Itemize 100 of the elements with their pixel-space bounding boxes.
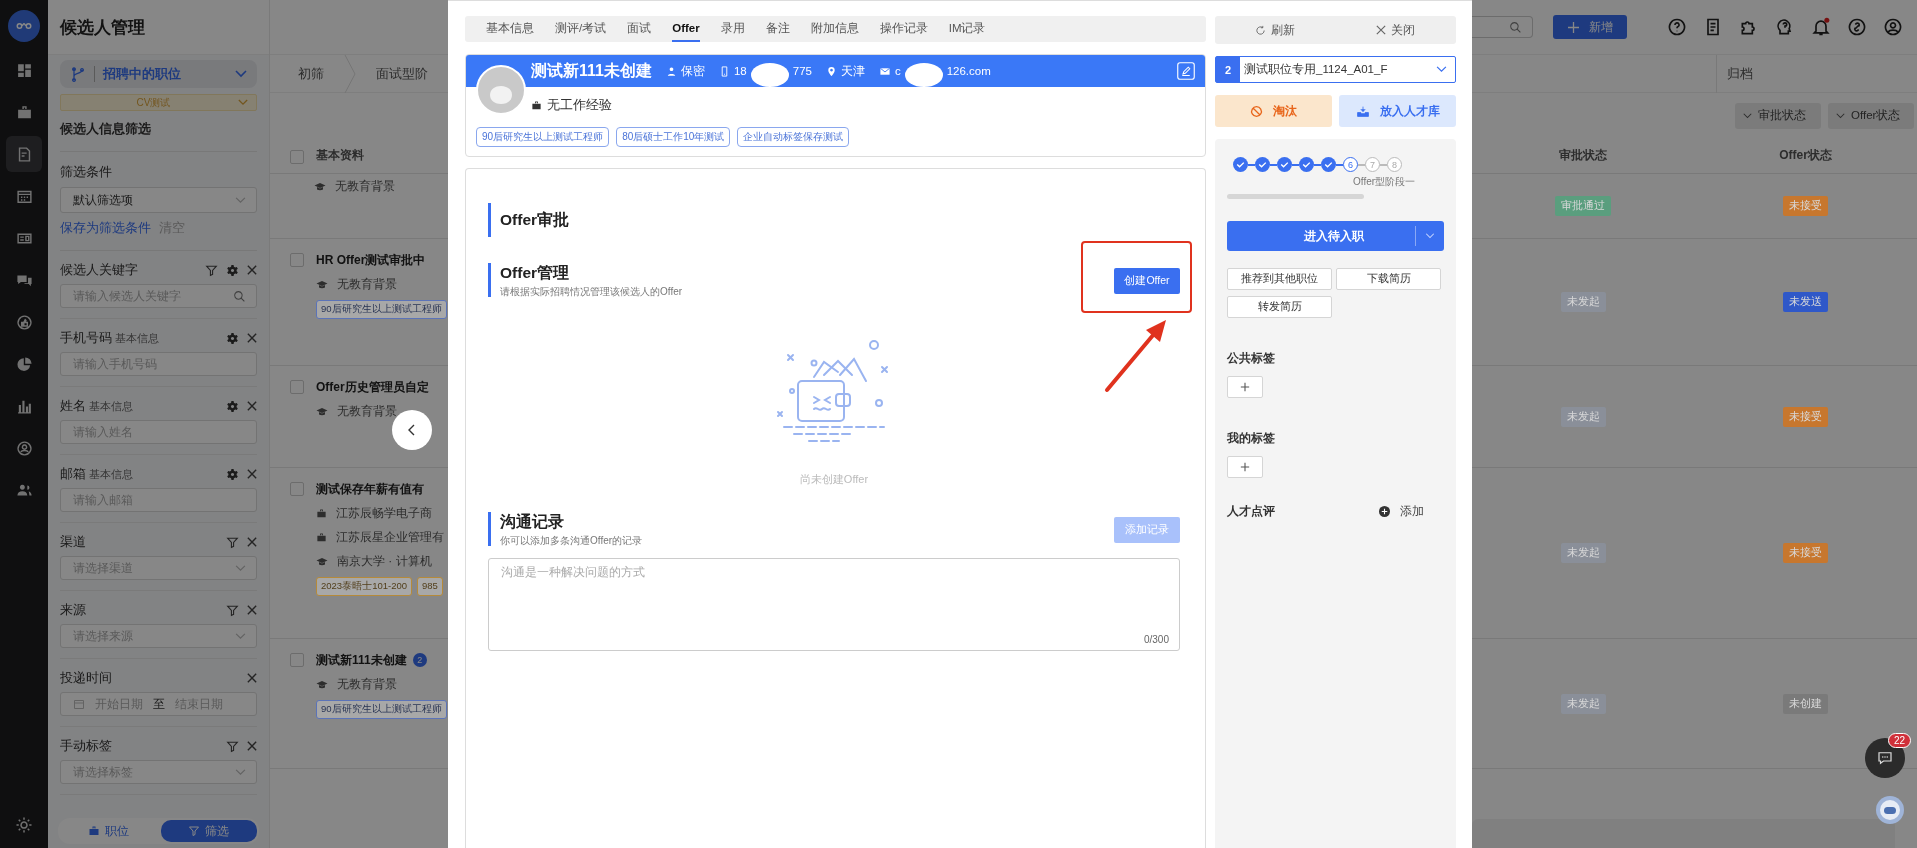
close-icon[interactable] bbox=[247, 265, 257, 275]
close-icon[interactable] bbox=[247, 401, 257, 411]
link-icon[interactable] bbox=[1847, 17, 1867, 37]
candidate-name[interactable]: Offer历史管理员自定 bbox=[316, 378, 429, 396]
bell-icon[interactable] bbox=[1811, 17, 1831, 37]
column-filter[interactable]: 审批状态 bbox=[1735, 102, 1821, 129]
footer-tab[interactable]: 职位 bbox=[60, 820, 157, 842]
stage-tab[interactable]: 归档 bbox=[1727, 65, 1753, 83]
candidate-name[interactable]: 测试新111未创建 bbox=[316, 651, 407, 669]
checkbox[interactable] bbox=[290, 653, 304, 667]
footer-tab[interactable]: 筛选 bbox=[160, 820, 257, 842]
tab[interactable]: 基本信息 bbox=[486, 16, 534, 42]
notification-badge: 22 bbox=[1888, 733, 1912, 748]
field-label: 姓名 基本信息 bbox=[60, 397, 133, 415]
status-tag: 未发送 bbox=[1783, 292, 1828, 312]
action-button[interactable]: 推荐到其他职位 bbox=[1227, 268, 1332, 290]
calendar-icon bbox=[73, 698, 85, 710]
candidate-tag: 90后研究生以上测试工程师 bbox=[316, 300, 447, 319]
step-number[interactable]: 6 bbox=[1343, 157, 1358, 172]
filter-icon[interactable] bbox=[226, 535, 239, 549]
checkbox[interactable] bbox=[290, 253, 304, 267]
job-selector[interactable]: 招聘中的职位 bbox=[60, 60, 257, 88]
filter-icon[interactable] bbox=[226, 739, 239, 753]
briefcase-icon bbox=[531, 99, 542, 111]
move-stage-button[interactable]: 进入待入职 bbox=[1227, 221, 1444, 251]
new-button[interactable]: 新增 bbox=[1553, 15, 1627, 39]
column-header: 基本资料 bbox=[316, 147, 364, 164]
add-tag-button[interactable] bbox=[1227, 456, 1263, 478]
add-review-link[interactable]: 添加 bbox=[1379, 503, 1424, 520]
candidate-detail: 江苏辰星企业管理有 bbox=[336, 529, 444, 546]
save-filter-link[interactable]: 保存为筛选条件 bbox=[60, 220, 151, 238]
section-title: 候选人信息筛选 bbox=[60, 121, 152, 138]
chevron-down-icon bbox=[235, 632, 246, 640]
tab[interactable]: 操作记录 bbox=[879, 16, 928, 42]
step-done-icon[interactable] bbox=[1299, 157, 1314, 172]
checkbox[interactable] bbox=[290, 149, 304, 164]
add-tag-button[interactable] bbox=[1227, 376, 1263, 398]
reject-button[interactable]: 淘汰 bbox=[1215, 95, 1332, 127]
chat-button[interactable] bbox=[1865, 738, 1905, 778]
step-done-icon[interactable] bbox=[1255, 157, 1270, 172]
redaction-blob bbox=[904, 63, 943, 87]
phone-number: 775 bbox=[792, 65, 812, 77]
settings-icon[interactable] bbox=[226, 399, 239, 413]
action-button[interactable]: 下载简历 bbox=[1336, 268, 1441, 290]
record-text-area[interactable]: 沟通是一种解决问题的方式 0/300 bbox=[488, 558, 1180, 651]
stage-tab[interactable]: 初筛 bbox=[298, 65, 324, 83]
step-number[interactable]: 8 bbox=[1387, 157, 1402, 172]
graduation-cap-icon bbox=[316, 278, 328, 291]
nav-item[interactable] bbox=[6, 136, 42, 172]
candidate-tag: 2023泰晤士101-200 bbox=[316, 577, 412, 596]
step-done-icon[interactable] bbox=[1321, 157, 1336, 172]
settings-icon[interactable] bbox=[226, 331, 239, 345]
stage-tab[interactable]: 面试型阶 bbox=[376, 65, 428, 83]
step-number[interactable]: 7 bbox=[1365, 157, 1380, 172]
tab[interactable]: 录用 bbox=[720, 16, 745, 42]
chevron-down-icon bbox=[1743, 112, 1752, 119]
job-select[interactable]: 2 测试职位专用_1124_A01_F bbox=[1215, 56, 1456, 83]
settings-icon[interactable] bbox=[15, 816, 33, 834]
checkbox[interactable] bbox=[290, 482, 304, 496]
scrollbar[interactable] bbox=[1227, 194, 1364, 199]
filter-icon[interactable] bbox=[226, 603, 239, 617]
candidate-name[interactable]: HR Offer测试审批中 bbox=[316, 251, 426, 269]
action-button[interactable]: 转发简历 bbox=[1227, 296, 1332, 318]
checkbox[interactable] bbox=[290, 380, 304, 394]
column-filter[interactable]: Offer状态 bbox=[1828, 102, 1914, 129]
talent-pool-button[interactable]: 放入人才库 bbox=[1339, 95, 1456, 127]
tab[interactable]: 测评/考试 bbox=[555, 16, 607, 42]
refresh-button[interactable]: 刷新 bbox=[1215, 16, 1336, 44]
settings-icon[interactable] bbox=[226, 467, 239, 481]
tab[interactable]: 备注 bbox=[765, 16, 790, 42]
edit-icon[interactable] bbox=[1177, 62, 1195, 80]
work-experience: 无工作经验 bbox=[547, 96, 612, 114]
close-button[interactable]: 关闭 bbox=[1335, 16, 1456, 44]
chevron-down-icon bbox=[235, 196, 246, 204]
candidate-detail: 无教育背景 bbox=[337, 676, 397, 693]
tab[interactable]: IM记录 bbox=[948, 16, 986, 42]
inbox-icon bbox=[1355, 104, 1370, 118]
close-icon[interactable] bbox=[247, 673, 257, 683]
close-icon[interactable] bbox=[247, 333, 257, 343]
phone-number: 18 bbox=[733, 65, 747, 77]
close-icon[interactable] bbox=[247, 605, 257, 615]
tab[interactable]: Offer bbox=[672, 16, 700, 42]
prohibited-icon bbox=[1250, 104, 1263, 118]
step-done-icon[interactable] bbox=[1233, 157, 1248, 172]
help-icon[interactable] bbox=[1667, 17, 1687, 37]
close-icon[interactable] bbox=[247, 469, 257, 479]
field-label: 手机号码 基本信息 bbox=[60, 329, 159, 347]
candidate-name[interactable]: 测试保存年薪有值有 bbox=[316, 480, 424, 498]
tab[interactable]: 面试 bbox=[627, 16, 652, 42]
field-label: 渠道 bbox=[60, 533, 86, 551]
tab[interactable]: 附加信息 bbox=[810, 16, 859, 42]
close-icon[interactable] bbox=[247, 537, 257, 547]
close-icon[interactable] bbox=[247, 741, 257, 751]
step-done-icon[interactable] bbox=[1277, 157, 1292, 172]
assistant-icon[interactable] bbox=[1875, 795, 1905, 825]
create-offer-button[interactable]: 创建Offer bbox=[1114, 268, 1180, 294]
status-tag: 未接受 bbox=[1783, 406, 1828, 427]
settings-icon[interactable] bbox=[226, 263, 239, 277]
preset-select[interactable]: 默认筛选项 bbox=[60, 187, 257, 213]
filter-icon[interactable] bbox=[205, 263, 218, 277]
